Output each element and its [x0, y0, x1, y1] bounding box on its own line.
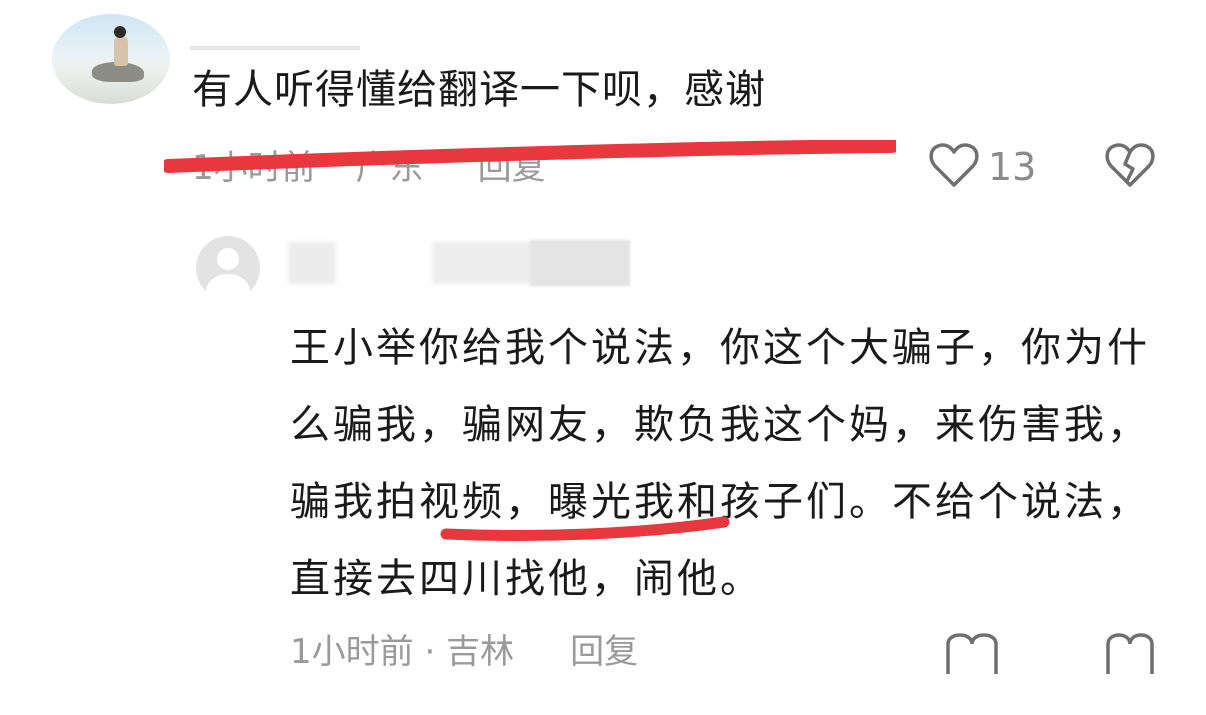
avatar-body-shape [206, 274, 250, 300]
reply-time: 1小时前 [290, 632, 414, 672]
red-underline-annotation [440, 516, 730, 541]
avatar-head-shape [217, 248, 239, 270]
red-underline-annotation [164, 140, 896, 173]
reply-comment-text: 王小举你给我个说法，你这个大骗子，你为什么骗我，骗网友，欺负我这个妈，来伤害我，… [290, 325, 1150, 602]
comment-text: 有人听得懂给翻译一下呗，感谢 [192, 67, 766, 113]
reply-location: 吉林 [446, 632, 515, 672]
meta-separator: · [424, 632, 436, 672]
dislike-broken-heart-icon[interactable] [1104, 140, 1156, 190]
like-heart-icon[interactable] [928, 140, 980, 190]
reply-meta: 1小时前 · 吉林 回复 [290, 632, 638, 672]
reply-button[interactable]: 回复 [570, 632, 638, 672]
username-redacted [190, 46, 360, 50]
user-avatar[interactable] [52, 14, 170, 104]
like-count: 13 [988, 145, 1037, 189]
default-avatar-icon[interactable] [196, 236, 260, 300]
username-redacted [288, 242, 336, 284]
avatar-photo-person [114, 36, 128, 66]
username-redacted [530, 240, 630, 286]
avatar-photo-head [114, 26, 126, 38]
like-heart-icon[interactable] [944, 626, 1014, 676]
dislike-broken-heart-icon[interactable] [1104, 626, 1156, 676]
